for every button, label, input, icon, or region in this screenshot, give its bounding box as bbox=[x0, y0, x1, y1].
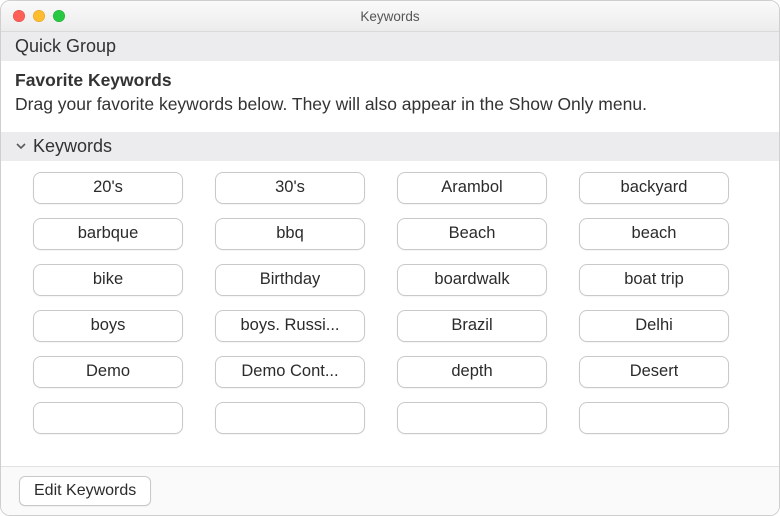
favorites-heading: Favorite Keywords bbox=[15, 70, 765, 91]
keyword-chip-label: boardwalk bbox=[434, 270, 509, 289]
keyword-chip-label: Delhi bbox=[635, 316, 673, 335]
keyword-chip-label: Demo bbox=[86, 362, 130, 381]
keyword-chip-label: 20's bbox=[93, 178, 123, 197]
keyword-chip[interactable]: Demo bbox=[33, 356, 183, 388]
chevron-down-icon bbox=[15, 140, 27, 152]
keyword-chip-label: backyard bbox=[621, 178, 688, 197]
keyword-chip-label: 30's bbox=[275, 178, 305, 197]
window-title: Keywords bbox=[1, 9, 779, 24]
keywords-header-label: Keywords bbox=[33, 136, 112, 157]
keyword-chip-label: Demo Cont... bbox=[241, 362, 338, 381]
keywords-header[interactable]: Keywords bbox=[1, 132, 779, 162]
keyword-chip[interactable]: Demo Cont... bbox=[215, 356, 365, 388]
keyword-chip[interactable] bbox=[397, 402, 547, 434]
keyword-chip[interactable] bbox=[579, 402, 729, 434]
close-icon[interactable] bbox=[13, 10, 25, 22]
keyword-chip[interactable]: 30's bbox=[215, 172, 365, 204]
keyword-chip[interactable]: boardwalk bbox=[397, 264, 547, 296]
keywords-grid: 20's 30's Arambol backyard barbque bbq Beach be… bbox=[33, 172, 759, 434]
keyword-chip-label: Brazil bbox=[451, 316, 492, 335]
keyword-chip[interactable]: barbque bbox=[33, 218, 183, 250]
footer-bar: Edit Keywords bbox=[1, 466, 779, 515]
keyword-chip[interactable]: boat trip bbox=[579, 264, 729, 296]
keyword-chip[interactable] bbox=[215, 402, 365, 434]
keyword-chip-label: boat trip bbox=[624, 270, 684, 289]
keyword-chip-label: bike bbox=[93, 270, 123, 289]
keyword-chip[interactable] bbox=[33, 402, 183, 434]
keyword-chip[interactable]: bike bbox=[33, 264, 183, 296]
keyword-chip-label: Arambol bbox=[441, 178, 502, 197]
keyword-chip-label: boys. Russi... bbox=[240, 316, 339, 335]
keyword-chip[interactable]: boys bbox=[33, 310, 183, 342]
favorites-section: Favorite Keywords Drag your favorite key… bbox=[1, 62, 779, 132]
keyword-chip[interactable]: backyard bbox=[579, 172, 729, 204]
keyword-chip-label: Desert bbox=[630, 362, 679, 381]
titlebar[interactable]: Keywords bbox=[1, 1, 779, 32]
keyword-chip[interactable]: boys. Russi... bbox=[215, 310, 365, 342]
edit-keywords-button[interactable]: Edit Keywords bbox=[19, 476, 151, 506]
keyword-chip-label: barbque bbox=[78, 224, 139, 243]
quick-group-header[interactable]: Quick Group bbox=[1, 32, 779, 62]
keyword-chip[interactable]: bbq bbox=[215, 218, 365, 250]
keyword-chip[interactable]: Desert bbox=[579, 356, 729, 388]
keywords-grid-scroll[interactable]: 20's 30's Arambol backyard barbque bbq Beach be… bbox=[1, 162, 779, 466]
keyword-chip-label: depth bbox=[451, 362, 492, 381]
keyword-chip-label: beach bbox=[632, 224, 677, 243]
keyword-chip[interactable]: depth bbox=[397, 356, 547, 388]
keyword-chip[interactable]: 20's bbox=[33, 172, 183, 204]
favorites-description: Drag your favorite keywords below. They … bbox=[15, 93, 765, 116]
keyword-chip[interactable]: Arambol bbox=[397, 172, 547, 204]
traffic-lights bbox=[1, 10, 65, 22]
keywords-window: Keywords Quick Group Favorite Keywords D… bbox=[0, 0, 780, 516]
keyword-chip[interactable]: Birthday bbox=[215, 264, 365, 296]
keyword-chip-label: boys bbox=[91, 316, 126, 335]
zoom-icon[interactable] bbox=[53, 10, 65, 22]
keyword-chip-label: Beach bbox=[449, 224, 496, 243]
keyword-chip[interactable]: Delhi bbox=[579, 310, 729, 342]
keyword-chip-label: bbq bbox=[276, 224, 304, 243]
keyword-chip-label: Birthday bbox=[260, 270, 321, 289]
keyword-chip[interactable]: Beach bbox=[397, 218, 547, 250]
keyword-chip[interactable]: beach bbox=[579, 218, 729, 250]
keyword-chip[interactable]: Brazil bbox=[397, 310, 547, 342]
minimize-icon[interactable] bbox=[33, 10, 45, 22]
